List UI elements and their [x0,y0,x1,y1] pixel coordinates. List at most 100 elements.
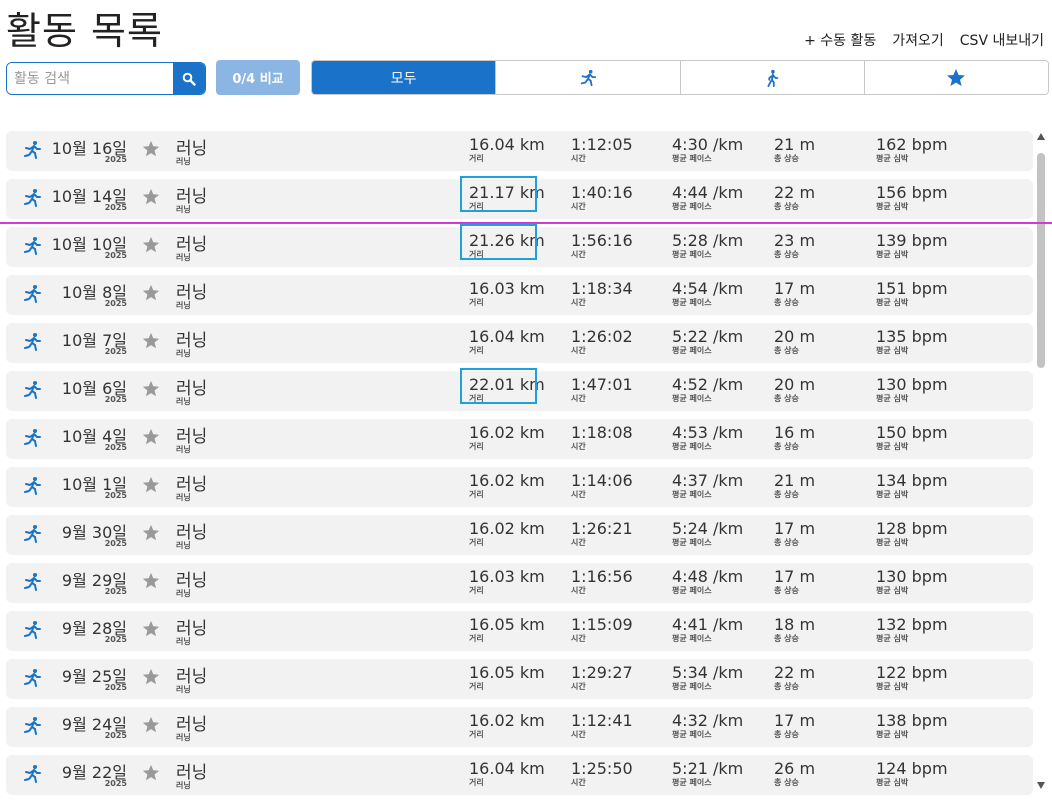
activity-row[interactable]: 10월 10일 2025 러닝 러닝 21.26 km 거리 1:56:16 시간 5:28 /… [6,224,1033,267]
elevation-label: 총 상승 [774,394,799,403]
favorite-star-icon[interactable] [142,476,160,498]
favorite-star-icon[interactable] [142,332,160,354]
elevation-label: 총 상승 [774,682,799,691]
heart-rate-label: 평균 심박 [876,442,909,451]
elevation-value: 21 m [774,471,816,490]
favorite-star-icon[interactable] [142,140,160,162]
favorite-star-icon[interactable] [142,188,160,210]
elevation-value: 22 m [774,663,816,682]
heart-rate-label: 평균 심박 [876,250,909,259]
distance-cell: 16.04 km 거리 [469,759,545,787]
running-icon [22,716,42,740]
favorite-star-icon[interactable] [142,620,160,642]
activity-row[interactable]: 10월 4일 2025 러닝 러닝 16.02 km 거리 1:18:08 시간 4:53 /k… [6,419,1033,459]
distance-label: 거리 [469,154,484,163]
elevation-label: 총 상승 [774,490,799,499]
time-label: 시간 [571,394,586,403]
favorite-star-icon[interactable] [142,380,160,402]
pace-value: 5:28 /km [672,231,744,250]
tab-all[interactable]: 모두 [312,61,496,94]
distance-cell: 16.04 km 거리 [469,135,545,163]
favorite-star-icon[interactable] [142,428,160,450]
activity-row[interactable]: 9월 22일 2025 러닝 러닝 16.04 km 거리 1:25:50 시간 5:21 /k… [6,755,1033,795]
activity-row[interactable]: 9월 24일 2025 러닝 러닝 16.02 km 거리 1:12:41 시간 4:32 /k… [6,707,1033,747]
pace-label: 평균 페이스 [672,250,712,259]
heart-rate-value: 132 bpm [876,615,948,634]
tab-favorites[interactable] [863,61,1048,94]
heart-rate-label: 평균 심박 [876,778,909,787]
time-value: 1:29:27 [571,663,633,682]
compare-button[interactable]: 0/4 비교 [216,60,300,95]
time-label: 시간 [571,154,586,163]
scroll-up-arrow-icon[interactable] [1037,133,1045,140]
distance-label: 거리 [469,394,484,403]
elevation-cell: 17 m총 상승 [774,519,815,547]
favorite-star-icon[interactable] [142,764,160,786]
activity-type-sub: 러닝 [176,349,191,358]
activity-row[interactable]: 10월 1일 2025 러닝 러닝 16.02 km 거리 1:14:06 시간 4:37 /k… [6,467,1033,507]
activity-row[interactable]: 10월 16일 2025 러닝 러닝 16.04 km 거리 1:12:05 시간 4:30 /… [6,131,1033,171]
distance-cell: 16.04 km 거리 [469,327,545,355]
running-icon [22,476,42,500]
time-cell: 1:16:56 시간 [571,567,633,595]
running-icon [22,524,42,548]
elevation-cell: 16 m총 상승 [774,423,815,451]
time-value: 1:16:56 [571,567,633,586]
scroll-thumb[interactable] [1037,153,1045,368]
scroll-down-arrow-icon[interactable] [1037,782,1045,789]
tab-walking[interactable] [679,61,864,94]
running-icon [22,332,42,356]
export-csv-link[interactable]: CSV 내보내기 [960,30,1044,50]
activity-row[interactable]: 10월 8일 2025 러닝 러닝 16.03 km 거리 1:18:34 시간 4:54 /k… [6,275,1033,315]
elevation-cell: 26 m총 상승 [774,759,815,787]
heart-rate-value: 135 bpm [876,327,948,346]
heart-rate-label: 평균 심박 [876,202,909,211]
elevation-label: 총 상승 [774,538,799,547]
favorite-star-icon[interactable] [142,284,160,306]
heart-rate-value: 138 bpm [876,711,948,730]
activity-row[interactable]: 9월 25일 2025 러닝 러닝 16.05 km 거리 1:29:27 시간 5:34 /k… [6,659,1033,699]
pace-value: 4:41 /km [672,615,744,634]
distance-value: 21.26 km [469,231,545,250]
elevation-value: 17 m [774,519,816,538]
favorite-star-icon[interactable] [142,524,160,546]
tab-running[interactable] [495,61,680,94]
search-button[interactable] [173,63,205,94]
search-input[interactable] [7,63,173,94]
pace-label: 평균 페이스 [672,490,712,499]
time-cell: 1:29:27 시간 [571,663,633,691]
distance-cell: 16.05 km 거리 [469,663,545,691]
favorite-star-icon[interactable] [142,236,160,258]
activity-year: 2025 [104,155,127,164]
scrollbar[interactable] [1036,131,1046,796]
activity-row[interactable]: 10월 6일 2025 러닝 러닝 22.01 km 거리 1:47:01 시간 4:52 /k… [6,368,1033,411]
elevation-cell: 23 m총 상승 [774,231,815,259]
running-icon [580,69,596,86]
activity-type-sub: 러닝 [176,253,191,262]
activity-row[interactable]: 10월 7일 2025 러닝 러닝 16.04 km 거리 1:26:02 시간 5:22 /k… [6,323,1033,363]
running-icon [22,764,42,788]
elevation-value: 26 m [774,759,816,778]
activity-row[interactable]: 9월 29일 2025 러닝 러닝 16.03 km 거리 1:16:56 시간 4:48 /k… [6,563,1033,603]
pace-value: 5:21 /km [672,759,744,778]
activity-row[interactable]: 10월 14일 2025 러닝 러닝 21.17 km 거리 1:40:16 시간 4:44 /… [6,176,1033,219]
import-link[interactable]: 가져오기 [892,30,944,50]
activity-year: 2025 [104,443,127,452]
favorite-star-icon[interactable] [142,572,160,594]
distance-cell: 22.01 km 거리 [469,375,545,403]
time-label: 시간 [571,730,586,739]
time-label: 시간 [571,346,586,355]
heart-rate-value: 134 bpm [876,471,948,490]
distance-label: 거리 [469,442,484,451]
distance-label: 거리 [469,250,484,259]
manual-activity-link[interactable]: + 수동 활동 [804,30,876,50]
favorite-star-icon[interactable] [142,668,160,690]
activity-row[interactable]: 9월 30일 2025 러닝 러닝 16.02 km 거리 1:26:21 시간 5:24 /k… [6,515,1033,555]
pace-label: 평균 페이스 [672,634,712,643]
favorite-star-icon[interactable] [142,716,160,738]
heart-rate-cell: 135 bpm 평균 심박 [876,327,948,355]
pace-cell: 4:32 /km 평균 페이스 [672,711,743,739]
heart-rate-cell: 134 bpm 평균 심박 [876,471,948,499]
activity-year: 2025 [104,203,127,212]
activity-row[interactable]: 9월 28일 2025 러닝 러닝 16.05 km 거리 1:15:09 시간 4:41 /k… [6,611,1033,651]
